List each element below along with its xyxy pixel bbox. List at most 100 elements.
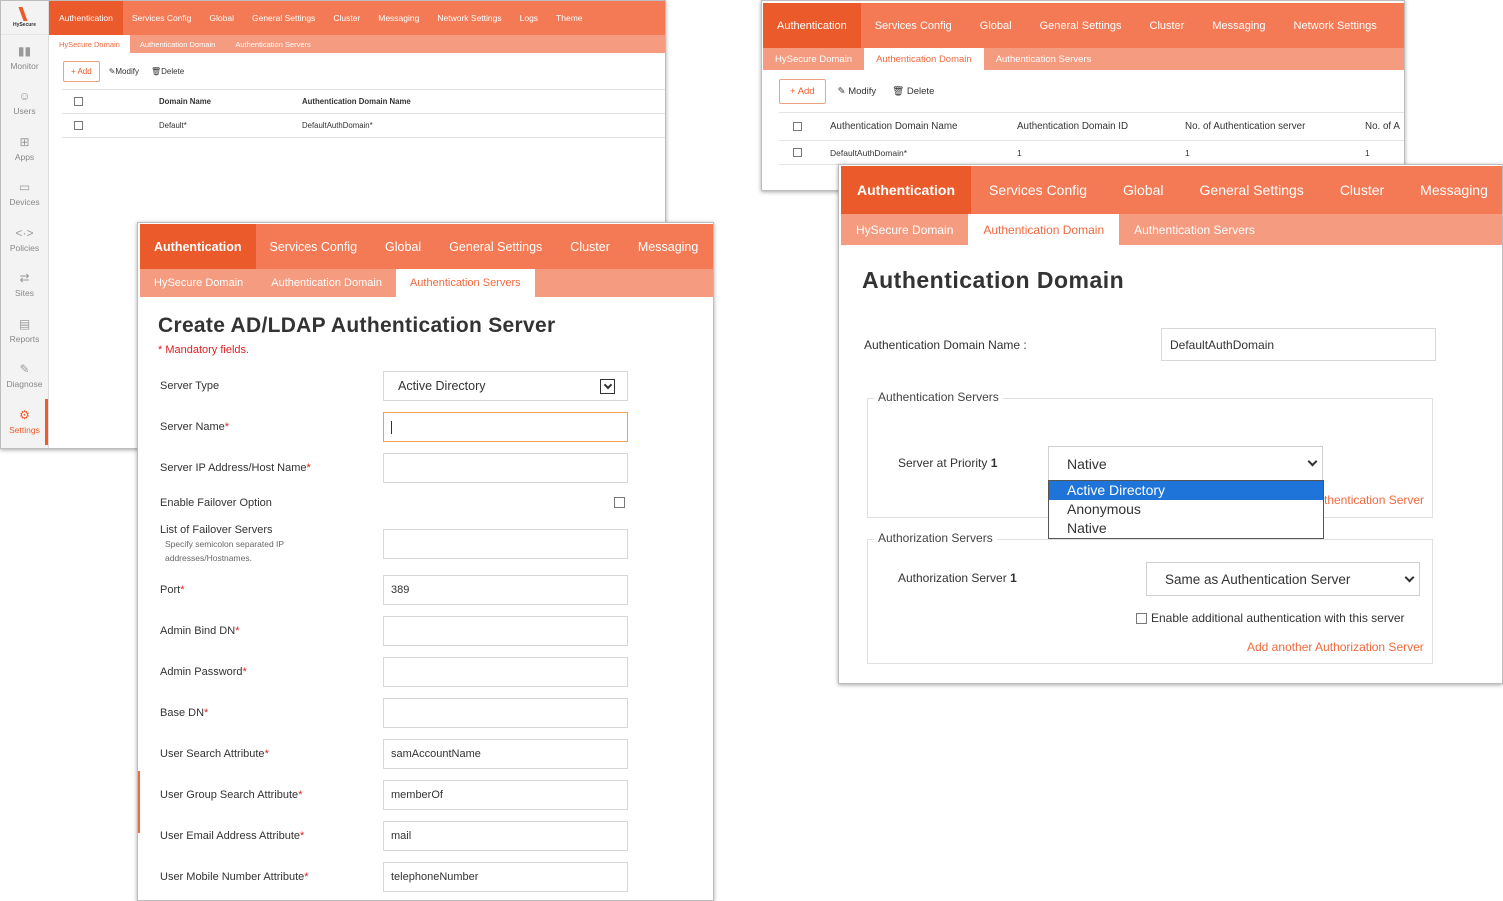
tab-network-settings[interactable]: Network Settings: [428, 1, 510, 35]
trash-icon: 🗑: [150, 66, 162, 76]
tab-global[interactable]: Global: [1105, 166, 1181, 214]
column-header-auth-server-count[interactable]: No. of Authentication server: [1185, 121, 1365, 132]
sidebar-item-reports[interactable]: ▤ Reports: [1, 308, 48, 354]
tab-authentication[interactable]: Authentication: [841, 166, 971, 214]
tab-global[interactable]: Global: [200, 1, 243, 35]
select-all-checkbox[interactable]: [74, 97, 83, 106]
subtab-hysecure-domain[interactable]: HySecure Domain: [841, 214, 968, 245]
sidebar-item-monitor[interactable]: ▮▮ Monitor: [1, 35, 48, 81]
tab-services-config[interactable]: Services Config: [123, 1, 201, 35]
tab-cluster[interactable]: Cluster: [556, 224, 624, 269]
table-row[interactable]: DefaultAuthDomain* 1 1 1: [779, 141, 1404, 165]
group-search-input[interactable]: memberOf: [383, 780, 628, 810]
row-checkbox[interactable]: [792, 148, 802, 157]
dropdown-option-anonymous[interactable]: Anonymous: [1049, 500, 1323, 519]
column-header-truncated[interactable]: No. of A: [1365, 121, 1400, 132]
dropdown-option-native[interactable]: Native: [1049, 519, 1323, 538]
email-attr-input[interactable]: mail: [383, 821, 628, 851]
tab-theme[interactable]: Theme: [547, 1, 591, 35]
mobile-attr-input[interactable]: telephoneNumber: [383, 862, 628, 892]
edge-indicator: [138, 771, 140, 833]
sidebar-item-apps[interactable]: ⊞ Apps: [1, 126, 48, 172]
tab-cluster[interactable]: Cluster: [1322, 166, 1402, 214]
subtab-authentication-domain[interactable]: Authentication Domain: [130, 35, 225, 53]
tab-network-settings[interactable]: Network Settings: [1280, 3, 1391, 48]
priority-dropdown-list: Active Directory Anonymous Native: [1048, 480, 1324, 539]
column-header-auth-domain-name[interactable]: Authentication Domain Name: [815, 121, 1017, 132]
select-all-checkbox[interactable]: [792, 122, 802, 131]
tab-authentication[interactable]: Authentication: [49, 1, 123, 35]
subtab-authentication-servers[interactable]: Authentication Servers: [225, 35, 320, 53]
tab-global[interactable]: Global: [371, 224, 435, 269]
user-search-input[interactable]: samAccountName: [383, 739, 628, 769]
modify-button[interactable]: ✎Modify: [109, 67, 139, 76]
auth-domain-list-window: Authentication Services Config Global Ge…: [761, 0, 1405, 191]
subtab-authentication-domain[interactable]: Authentication Domain: [257, 269, 396, 297]
tab-messaging[interactable]: Messaging: [369, 1, 428, 35]
tab-general-settings[interactable]: General Settings: [435, 224, 556, 269]
tab-cluster[interactable]: Cluster: [1136, 3, 1199, 48]
column-header-auth-domain-id[interactable]: Authentication Domain ID: [1017, 121, 1185, 132]
tab-general-settings[interactable]: General Settings: [1182, 166, 1322, 214]
subtab-authentication-servers[interactable]: Authentication Servers: [984, 48, 1104, 70]
tab-services-config[interactable]: Services Config: [256, 224, 372, 269]
subtab-hysecure-domain[interactable]: HySecure Domain: [140, 269, 257, 297]
subtab-hysecure-domain[interactable]: HySecure Domain: [49, 35, 130, 53]
user-search-label: User Search Attribute*: [160, 748, 269, 760]
subtab-hysecure-domain[interactable]: HySecure Domain: [763, 48, 864, 70]
base-dn-label: Base DN*: [160, 707, 209, 719]
add-button[interactable]: + Add: [779, 78, 826, 104]
sidebar-item-users[interactable]: ☺ Users: [1, 81, 48, 127]
server-ip-input[interactable]: [383, 453, 628, 483]
tab-authentication[interactable]: Authentication: [140, 224, 256, 269]
tab-services-config[interactable]: Services Config: [971, 166, 1105, 214]
failover-checkbox[interactable]: [614, 497, 625, 508]
tab-authentication[interactable]: Authentication: [763, 3, 861, 48]
tab-logs[interactable]: Logs: [511, 1, 547, 35]
sidebar: HySecure ▮▮ Monitor ☺ Users ⊞ Apps ▭ Devices…: [1, 1, 49, 448]
delete-button[interactable]: 🗑Delete: [151, 67, 184, 76]
authz-server-select[interactable]: Same as Authentication Server: [1146, 562, 1420, 596]
sidebar-item-sites[interactable]: ⇄ Sites: [1, 263, 48, 309]
failover-list-hint: Specify semicolon separated IP addresses…: [165, 539, 284, 563]
subtab-authentication-servers[interactable]: Authentication Servers: [395, 269, 535, 297]
column-header-auth-domain-name[interactable]: Authentication Domain Name: [302, 97, 411, 106]
tab-services-config[interactable]: Services Config: [861, 3, 966, 48]
chevron-down-icon: [1404, 572, 1415, 582]
sidebar-item-devices[interactable]: ▭ Devices: [1, 172, 48, 218]
server-name-input[interactable]: [383, 412, 628, 442]
tab-messaging[interactable]: Messaging: [1198, 3, 1279, 48]
base-dn-input[interactable]: [383, 698, 628, 728]
add-auth-server-link[interactable]: thentication Server: [1324, 493, 1424, 507]
table-row[interactable]: Default* DefaultAuthDomain*: [62, 114, 665, 138]
priority-server-select[interactable]: Native: [1048, 446, 1323, 481]
row-checkbox[interactable]: [74, 121, 83, 130]
sidebar-item-policies[interactable]: <·> Policies: [1, 217, 48, 263]
auth-domain-table: Authentication Domain Name Authenticatio…: [779, 112, 1404, 165]
tab-cluster[interactable]: Cluster: [324, 1, 369, 35]
subtab-authentication-servers[interactable]: Authentication Servers: [1119, 214, 1270, 245]
failover-list-input[interactable]: [383, 529, 628, 559]
tab-general-settings[interactable]: General Settings: [243, 1, 324, 35]
admin-password-input[interactable]: [383, 657, 628, 687]
subtab-authentication-domain[interactable]: Authentication Domain: [864, 48, 984, 70]
modify-button[interactable]: ✎ Modify: [838, 86, 877, 97]
delete-button[interactable]: 🗑 Delete: [892, 86, 934, 97]
server-type-select[interactable]: Active Directory: [383, 371, 628, 401]
subtab-authentication-domain[interactable]: Authentication Domain: [968, 214, 1120, 245]
add-button[interactable]: + Add: [63, 60, 100, 82]
port-input[interactable]: 389: [383, 575, 628, 605]
add-authz-server-link[interactable]: Add another Authorization Server: [1247, 640, 1424, 654]
tab-general-settings[interactable]: General Settings: [1026, 3, 1136, 48]
admin-bind-input[interactable]: [383, 616, 628, 646]
enable-additional-checkbox[interactable]: [1136, 612, 1147, 624]
tab-messaging[interactable]: Messaging: [624, 224, 712, 269]
sidebar-item-diagnose[interactable]: ✎ Diagnose: [1, 354, 48, 400]
domain-name-input[interactable]: DefaultAuthDomain: [1161, 328, 1436, 361]
tab-global[interactable]: Global: [966, 3, 1026, 48]
column-header-domain-name[interactable]: Domain Name: [95, 97, 302, 106]
sidebar-item-settings[interactable]: ⚙ Settings: [1, 399, 48, 445]
wrench-icon: ✎: [19, 362, 30, 377]
tab-messaging[interactable]: Messaging: [1402, 166, 1502, 214]
dropdown-option-active-directory[interactable]: Active Directory: [1049, 481, 1323, 500]
